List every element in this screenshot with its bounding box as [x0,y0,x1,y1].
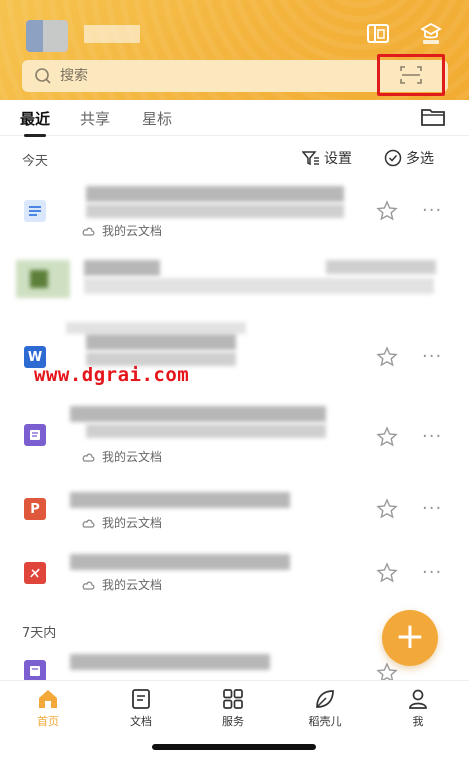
doc-file-icon [24,200,46,222]
cloud-icon [82,581,95,590]
file-location: 我的云文档 [80,222,162,239]
multi-select-label: 多选 [406,151,434,167]
username-blurred [84,25,140,43]
more-icon[interactable]: ··· [422,200,442,221]
search-bar[interactable] [22,54,448,96]
file-name-blurred [84,278,434,294]
document-icon [132,689,150,709]
file-row[interactable]: 我的云文档 ··· [0,540,469,602]
nav-docer[interactable]: 稻壳儿 [295,687,355,729]
file-location: 我的云文档 [80,576,162,593]
file-name-blurred [326,260,436,274]
star-icon[interactable] [376,562,398,584]
pdf-file-icon [24,562,46,584]
note-file-icon [24,424,46,446]
file-name-blurred [70,554,290,570]
search-input[interactable] [60,68,360,84]
nav-documents[interactable]: 文档 [111,687,171,729]
tab-recent[interactable]: 最近 [20,108,50,137]
add-button[interactable]: + [382,610,438,666]
file-name-blurred [70,654,270,670]
cloud-icon [82,227,95,236]
note-file-icon [24,660,46,682]
file-row[interactable]: 我的云文档 ··· [0,176,469,238]
settings-label: 设置 [324,151,352,167]
star-icon[interactable] [376,426,398,448]
bottom-nav: 首页 文档 服务 稻壳儿 我 [0,680,469,742]
folder-icon[interactable] [420,106,446,128]
person-icon [409,689,427,709]
star-icon[interactable] [376,498,398,520]
more-icon[interactable]: ··· [422,498,442,519]
tablet-icon[interactable] [364,20,392,48]
file-name-blurred [86,186,344,202]
tab-bar: 最近 共享 星标 [0,100,469,137]
search-icon [35,68,51,84]
scan-button[interactable] [377,54,445,96]
filter-icon [302,151,319,166]
file-name-blurred [84,260,160,276]
scan-icon [400,66,422,84]
nav-home[interactable]: 首页 [18,687,78,729]
home-icon [39,690,57,708]
settings-button[interactable]: 设置 [302,148,352,168]
leaf-icon [316,690,334,708]
image-thumbnail-blurred [30,270,48,288]
multi-select-button[interactable]: 多选 [384,148,434,168]
home-indicator [152,744,316,750]
nav-me[interactable]: 我 [388,687,448,729]
nav-services[interactable]: 服务 [203,687,263,729]
star-icon[interactable] [376,200,398,222]
grid-icon [223,689,243,709]
section-title-7-days: 7天内 [22,626,57,641]
cloud-icon [82,519,95,528]
file-name-blurred [86,424,326,438]
tab-starred[interactable]: 星标 [142,108,172,129]
file-name-blurred [86,334,236,350]
file-row[interactable] [0,254,469,316]
file-row[interactable]: P 我的云文档 ··· [0,478,469,540]
file-name-blurred [70,406,326,422]
file-row[interactable]: 我的云文档 ··· [0,402,469,464]
section-header-today: 今天 设置 多选 [0,140,469,174]
more-icon[interactable]: ··· [422,562,442,583]
avatar[interactable] [26,20,68,52]
file-name-blurred [70,492,290,508]
tab-shared[interactable]: 共享 [80,108,110,129]
file-name-blurred [66,322,246,334]
file-location: 我的云文档 [80,448,162,465]
more-icon[interactable]: ··· [422,426,442,447]
star-icon[interactable] [376,346,398,368]
file-location: 我的云文档 [80,514,162,531]
ppt-file-icon: P [24,498,46,520]
check-circle-icon [384,149,402,167]
watermark-text: www.dgrai.com [34,364,190,386]
file-name-blurred [86,204,344,218]
more-icon[interactable]: ··· [422,346,442,367]
app-header [0,0,469,100]
cloud-icon [82,453,95,462]
vip-icon[interactable] [417,20,445,48]
section-title: 今天 [22,154,49,169]
